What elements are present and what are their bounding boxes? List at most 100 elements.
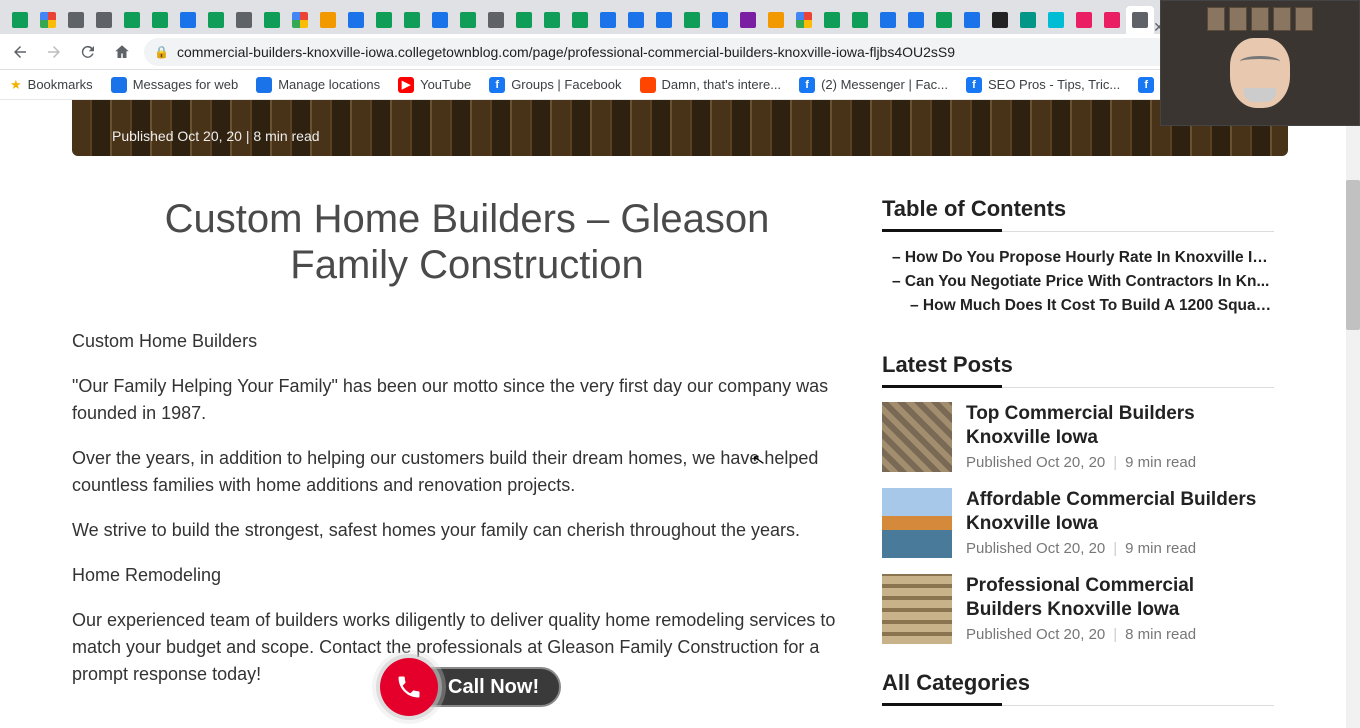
article-paragraph: "Our Family Helping Your Family" has bee… [72,373,862,427]
browser-tab[interactable] [846,6,874,34]
browser-tab[interactable] [314,6,342,34]
browser-tab[interactable] [874,6,902,34]
address-bar[interactable]: 🔒 commercial-builders-knoxville-iowa.col… [144,38,1284,66]
toc-heading: Table of Contents [882,196,1274,232]
bookmark-label: YouTube [420,77,471,92]
bookmark-item[interactable]: f Groups | Facebook [489,77,621,93]
browser-tab[interactable] [818,6,846,34]
browser-tab[interactable] [706,6,734,34]
page-viewport: Published Oct 20, 20 | 8 min read Custom… [0,100,1360,728]
bookmark-label: Bookmarks [28,77,93,92]
browser-toolbar: 🔒 commercial-builders-knoxville-iowa.col… [0,34,1360,70]
browser-tab[interactable] [62,6,90,34]
toc-link[interactable]: – Can You Negotiate Price With Contracto… [882,270,1274,294]
browser-tab[interactable] [202,6,230,34]
reddit-icon [640,77,656,93]
youtube-icon: ▶ [398,77,414,93]
all-categories-heading: All Categories [882,670,1274,706]
bookmark-item[interactable]: f(2) Messenger | Fac... [799,77,948,93]
browser-tab[interactable] [1070,6,1098,34]
location-icon [256,77,272,93]
browser-tab[interactable] [650,6,678,34]
bookmark-bar: ★Bookmarks Messages for web Manage locat… [0,70,1360,100]
post-title: Professional Commercial Builders Knoxvil… [966,574,1274,622]
browser-tab[interactable] [34,6,62,34]
browser-tab[interactable] [678,6,706,34]
bookmark-item[interactable]: Messages for web [111,77,239,93]
browser-tab[interactable] [986,6,1014,34]
browser-tab[interactable] [1042,6,1070,34]
facebook-icon: f [966,77,982,93]
bookmark-item[interactable]: Damn, that's intere... [640,77,782,93]
facebook-icon: f [799,77,815,93]
toc-link[interactable]: – How Much Does It Cost To Build A 1200 … [882,294,1274,318]
browser-tab[interactable] [510,6,538,34]
post-meta: Published Oct 20, 20|9 min read [966,454,1274,471]
article-paragraph: We strive to build the strongest, safest… [72,517,862,544]
bookmark-item[interactable]: f SEO Pros - Tips, Tric... [966,77,1120,93]
browser-tab-active[interactable] [1126,6,1154,34]
bookmark-label: Damn, that's intere... [662,77,782,92]
browser-tab[interactable] [622,6,650,34]
browser-tab[interactable] [1098,6,1126,34]
post-title: Affordable Commercial Builders Knoxville… [966,488,1274,536]
browser-tab[interactable] [90,6,118,34]
browser-tab[interactable] [482,6,510,34]
browser-tab[interactable] [426,6,454,34]
browser-tab[interactable] [958,6,986,34]
facebook-icon: f [1138,77,1154,93]
latest-post[interactable]: Top Commercial Builders Knoxville Iowa P… [882,402,1274,472]
webcam-overlay [1160,0,1360,126]
article-paragraph: Over the years, in addition to helping o… [72,445,862,499]
article-paragraph: Home Remodeling [72,562,862,589]
bookmarks-folder[interactable]: ★Bookmarks [10,77,93,93]
home-button[interactable] [110,40,134,64]
browser-tab[interactable] [230,6,258,34]
phone-icon [380,658,438,716]
article-body: Custom Home Builders – Gleason Family Co… [72,196,862,720]
browser-tab[interactable] [174,6,202,34]
facebook-icon: f [489,77,505,93]
url-text: commercial-builders-knoxville-iowa.colle… [177,44,1253,60]
bookmark-item[interactable]: Manage locations [256,77,380,93]
call-now-button[interactable]: Call Now! [380,658,561,716]
browser-tab[interactable] [930,6,958,34]
browser-tab[interactable] [790,6,818,34]
post-meta: Published Oct 20, 20|8 min read [966,626,1274,643]
browser-tab[interactable] [566,6,594,34]
bookmark-label: Manage locations [278,77,380,92]
latest-post[interactable]: Professional Commercial Builders Knoxvil… [882,574,1274,644]
post-title: Top Commercial Builders Knoxville Iowa [966,402,1274,450]
back-button[interactable] [8,40,32,64]
browser-tab[interactable] [1014,6,1042,34]
article-paragraph: Custom Home Builders [72,328,862,355]
browser-tab[interactable] [902,6,930,34]
browser-tab[interactable] [146,6,174,34]
browser-tab[interactable] [734,6,762,34]
browser-tab[interactable] [762,6,790,34]
browser-tab[interactable] [342,6,370,34]
latest-heading: Latest Posts [882,352,1274,388]
browser-tab[interactable] [6,6,34,34]
browser-tab[interactable] [258,6,286,34]
post-thumbnail [882,402,952,472]
browser-tab[interactable] [538,6,566,34]
browser-tab[interactable] [454,6,482,34]
scrollbar-thumb[interactable] [1346,180,1360,330]
bookmark-label: Groups | Facebook [511,77,621,92]
browser-tab-strip: ✕ [0,0,1360,34]
browser-tab[interactable] [370,6,398,34]
bookmark-label: SEO Pros - Tips, Tric... [988,77,1120,92]
toc-link[interactable]: – How Do You Propose Hourly Rate In Knox… [882,246,1274,270]
bookmark-item[interactable]: ▶ YouTube [398,77,471,93]
browser-tab[interactable] [594,6,622,34]
browser-tab[interactable] [118,6,146,34]
post-thumbnail [882,488,952,558]
browser-tab[interactable] [286,6,314,34]
reload-button[interactable] [76,40,100,64]
messages-icon [111,77,127,93]
latest-post[interactable]: Affordable Commercial Builders Knoxville… [882,488,1274,558]
hero-banner: Published Oct 20, 20 | 8 min read [72,100,1288,156]
browser-tab[interactable] [398,6,426,34]
forward-button[interactable] [42,40,66,64]
